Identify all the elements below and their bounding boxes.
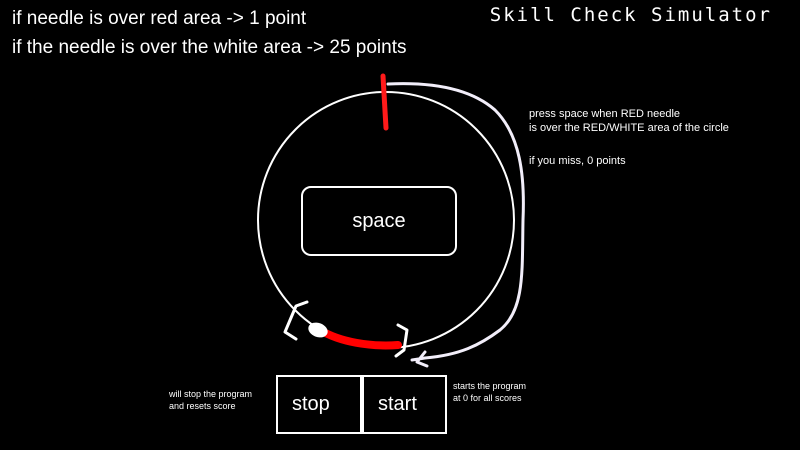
bracket-left [283,300,309,341]
red-zone [316,326,402,350]
stop-button[interactable]: stop [276,375,362,434]
stop-note-line-1: will stop the program [169,389,253,399]
stop-note-line-2: and resets score [169,401,236,411]
space-button[interactable]: space [301,186,457,256]
instruction-line-1: press space when RED needle [529,108,681,120]
start-note-line-1: starts the program [453,381,527,391]
start-note-line-2: at 0 for all scores [453,393,522,403]
bracket-right [394,323,409,358]
red-needle [380,73,389,131]
instruction-miss: if you miss, 0 points [529,155,626,167]
start-button[interactable]: start [362,375,447,434]
instruction-line-2: is over the RED/WHITE area of the circle [529,122,729,134]
